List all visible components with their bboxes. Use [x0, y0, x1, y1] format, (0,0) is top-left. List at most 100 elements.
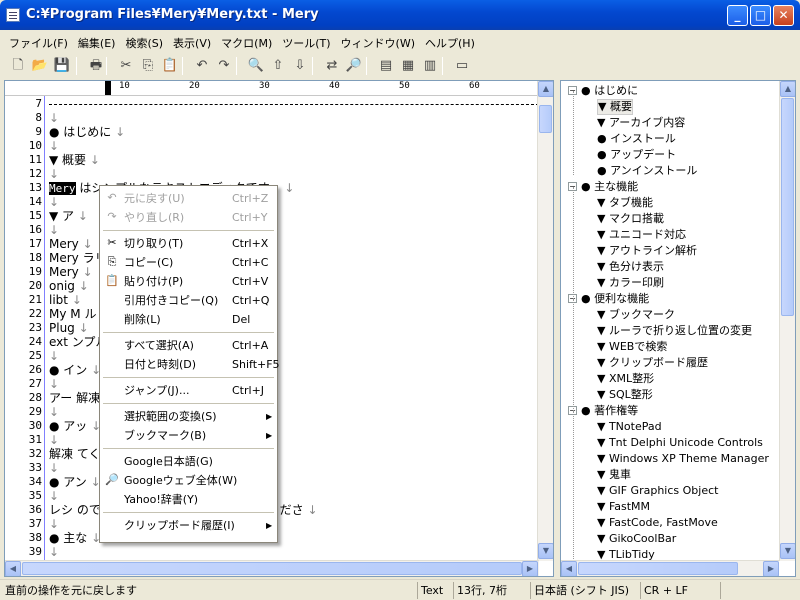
save-icon[interactable]: 💾 — [52, 56, 72, 76]
cut-icon[interactable]: ✂ — [116, 56, 136, 76]
text-line[interactable]: ● はじめに ↓ — [49, 125, 125, 139]
context-menu-item[interactable]: Google日本語(G) — [100, 452, 277, 471]
scroll-down-button[interactable]: ▼ — [538, 543, 553, 559]
outline-node[interactable]: ▼ タブ機能 — [597, 195, 653, 211]
menu-item[interactable]: 編集(E) — [73, 33, 121, 53]
copy-icon[interactable]: ⎘ — [138, 56, 158, 76]
redo-icon[interactable]: ↷ — [214, 56, 234, 76]
text-line[interactable]: ↓ — [49, 461, 59, 475]
text-line[interactable]: ↓ — [49, 377, 59, 391]
view-outline-icon[interactable]: ▦ — [398, 56, 418, 76]
context-menu-item[interactable]: すべて選択(A) Ctrl+A — [100, 336, 277, 355]
text-line[interactable]: ↓ — [49, 517, 59, 531]
text-line[interactable]: ▼ 概要 ↓ — [49, 153, 100, 167]
scroll-up-button[interactable]: ▲ — [538, 81, 553, 97]
menu-item[interactable]: マクロ(M) — [216, 33, 277, 53]
context-menu-item[interactable]: 削除(L) Del — [100, 310, 277, 329]
outline-node[interactable]: ● 主な機能 — [581, 179, 638, 195]
outline-node[interactable]: ▼ XML整形 — [597, 371, 654, 387]
scroll-thumb[interactable] — [781, 98, 794, 316]
scroll-right-button[interactable]: ▶ — [522, 561, 538, 576]
context-menu-item[interactable]: ✂ 切り取り(T) Ctrl+X — [100, 234, 277, 253]
view-normal-icon[interactable]: ▤ — [376, 56, 396, 76]
menu-item[interactable]: 表示(V) — [168, 33, 216, 53]
context-menu-item[interactable]: ⎘ コピー(C) Ctrl+C — [100, 253, 277, 272]
text-line[interactable]: ↓ — [49, 405, 59, 419]
outline-node[interactable]: ● アンインストール — [597, 163, 697, 179]
context-menu-item[interactable]: 選択範囲の変換(S) ▶ — [100, 407, 277, 426]
text-line[interactable]: libt ↓ — [49, 293, 82, 307]
context-menu-item[interactable]: 📋 貼り付け(P) Ctrl+V — [100, 272, 277, 291]
outline-node[interactable]: ● はじめに — [581, 83, 638, 99]
context-menu-item[interactable]: ジャンプ(J)... Ctrl+J — [100, 381, 277, 400]
menu-item[interactable]: ヘルプ(H) — [420, 33, 480, 53]
outline-node[interactable]: ▼ GikoCoolBar — [597, 531, 676, 547]
text-line[interactable]: Mery ↓ — [49, 265, 93, 279]
view-book-icon[interactable]: ▥ — [420, 56, 440, 76]
scroll-thumb[interactable] — [539, 105, 552, 133]
new-file-icon[interactable]: 🗋 — [8, 56, 28, 76]
text-line[interactable]: ↓ — [49, 223, 59, 237]
outline-node[interactable]: ▼ ルーラで折り返し位置の変更 — [597, 323, 752, 339]
text-line[interactable]: ↓ — [49, 111, 59, 125]
outline-node[interactable]: ▼ Tnt Delphi Unicode Controls — [597, 435, 763, 451]
outline-node[interactable]: ▼ FastMM — [597, 499, 650, 515]
scroll-up-button[interactable]: ▲ — [780, 81, 795, 97]
text-line[interactable]: ● イン ↓ — [49, 363, 101, 377]
outline-horizontal-scrollbar[interactable]: ◀ ▶ — [561, 560, 779, 576]
text-line[interactable]: ● アッ ↓ — [49, 419, 101, 433]
menu-item[interactable]: 検索(S) — [120, 33, 168, 53]
ruler[interactable]: 10 20 30 40 50 60 — [5, 81, 539, 96]
print-icon[interactable]: 🖶 — [86, 56, 106, 76]
outline-node[interactable]: ▼ アーカイブ内容 — [597, 115, 685, 131]
text-selection[interactable]: Mery — [49, 182, 76, 195]
text-line[interactable]: ↓ — [49, 349, 59, 363]
context-menu-item[interactable]: 日付と時刻(D) Shift+F5 — [100, 355, 280, 374]
outline-node[interactable]: ▼ SQL整形 — [597, 387, 653, 403]
context-menu-item[interactable]: ブックマーク(B) ▶ — [100, 426, 277, 445]
text-line[interactable]: ↓ — [49, 167, 59, 181]
outline-node[interactable]: ● アップデート — [597, 147, 676, 163]
scroll-right-button[interactable]: ▶ — [763, 561, 779, 576]
menu-item[interactable]: ツール(T) — [277, 33, 335, 53]
outline-node[interactable]: ▼ ブックマーク — [597, 307, 675, 323]
text-line[interactable]: Mery ↓ — [49, 237, 93, 251]
scroll-thumb[interactable] — [578, 562, 738, 575]
status-line-ending[interactable]: CR + LF — [640, 582, 720, 599]
text-line[interactable]: onig ↓ — [49, 279, 89, 293]
outline-vertical-scrollbar[interactable]: ▲ ▼ — [779, 81, 795, 561]
context-menu-item[interactable]: ↶ 元に戻す(U) Ctrl+Z — [100, 189, 277, 208]
outline-node[interactable]: ▼ アウトライン解析 — [597, 243, 697, 259]
text-line[interactable]: ↓ — [49, 139, 59, 153]
menu-item[interactable]: ウィンドウ(W) — [336, 33, 420, 53]
menu-item[interactable]: ファイル(F) — [4, 33, 73, 53]
outline-node[interactable]: ● インストール — [597, 131, 676, 147]
search-web-icon[interactable]: 🔎 — [344, 56, 364, 76]
editor-horizontal-scrollbar[interactable]: ◀ ▶ — [5, 560, 539, 576]
text-line[interactable]: ↓ — [49, 195, 59, 209]
outline-node[interactable]: ● 著作権等 — [581, 403, 638, 419]
outline-node[interactable]: ▼ TNotePad — [597, 419, 662, 435]
outline-node[interactable]: ▼ ユニコード対応 — [597, 227, 686, 243]
outline-node[interactable]: ▼ Windows XP Theme Manager — [597, 451, 769, 467]
text-line[interactable]: ↓ — [49, 489, 59, 503]
ruler-icon[interactable]: ▭ — [452, 56, 472, 76]
status-encoding[interactable]: 日本語 (シフト JIS) — [530, 582, 640, 599]
scroll-thumb[interactable] — [22, 562, 522, 575]
find-icon[interactable]: 🔍 — [246, 56, 266, 76]
scroll-left-button[interactable]: ◀ — [5, 561, 21, 576]
outline-node[interactable]: ▼ 色分け表示 — [597, 259, 664, 275]
scroll-left-button[interactable]: ◀ — [561, 561, 577, 576]
outline-node[interactable]: ▼ カラー印刷 — [597, 275, 664, 291]
text-line[interactable]: ● アン ↓ — [49, 475, 101, 489]
find-up-icon[interactable]: ⇧ — [268, 56, 288, 76]
context-menu-item[interactable]: 引用付きコピー(Q) Ctrl+Q — [100, 291, 277, 310]
editor-pane[interactable]: 10 20 30 40 50 60 7 8 9 10 11 12 13 14 15 16 17 18 19 20 21… — [4, 80, 554, 577]
minimize-button[interactable]: _ — [727, 5, 748, 26]
outline-node[interactable]: ▼ FastCode, FastMove — [597, 515, 718, 531]
text-line[interactable]: ↓ — [49, 433, 59, 447]
undo-icon[interactable]: ↶ — [192, 56, 212, 76]
outline-node[interactable]: ▼ 鬼車 — [597, 467, 631, 483]
app-icon[interactable] — [6, 8, 20, 22]
find-down-icon[interactable]: ⇩ — [290, 56, 310, 76]
